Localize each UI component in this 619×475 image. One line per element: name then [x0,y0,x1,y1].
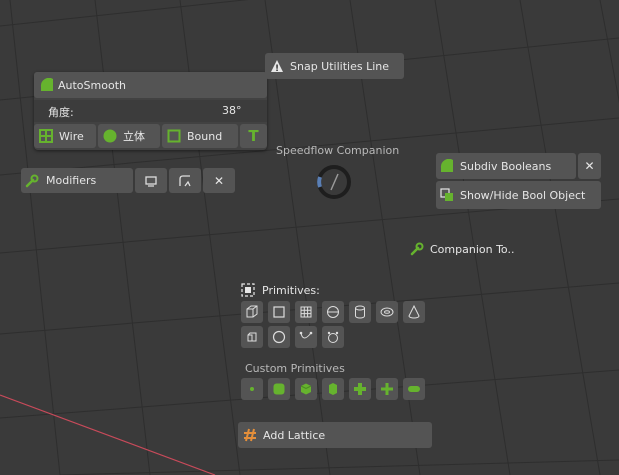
solid-cube-icon [300,383,312,395]
grid-icon [300,306,312,318]
bound-box-icon [167,129,181,143]
vertex-icon [250,387,254,391]
primitives-icon [241,283,255,297]
plus-icon [354,383,366,395]
wrench-icon [410,242,424,256]
lattice-icon [244,428,256,442]
subdiv-icon [440,159,453,172]
speedflow-label: Speedflow Companion [276,144,400,157]
3d-viewport[interactable]: AutoSmooth 角度: 38° Wire 立体 Bound T Modif… [0,0,619,475]
modifiers-display-button[interactable] [135,168,167,193]
rounded-cube-icon [273,383,285,395]
autosmooth-label: AutoSmooth [58,78,126,92]
wireframe-icon [39,129,53,143]
angle-field[interactable]: 角度: 38° [34,100,267,122]
show-hide-bool-button[interactable]: Show/Hide Bool Object [436,181,601,209]
snap-utilities-line-button[interactable]: ! Snap Utilities Line [265,53,404,79]
angle-value: 38° [222,104,242,117]
text-display-button[interactable]: T [240,124,267,148]
add-lattice-label: Add Lattice [263,428,326,442]
grid-button[interactable] [295,301,317,323]
bezier-curve-button[interactable] [295,326,317,348]
autosmooth-icon [40,78,53,91]
bound-button[interactable]: Bound [162,124,238,148]
bezier-curve-icon [299,331,313,339]
modifiers-button[interactable]: Modifiers [21,168,133,193]
bezier-circle-icon [327,331,339,343]
circle-icon [272,330,286,344]
modifiers-close-button[interactable]: ✕ [203,168,235,193]
bound-label: Bound [187,129,223,143]
plane-icon [273,306,285,318]
torus-button[interactable] [376,301,398,323]
custom-plus-thin-button[interactable] [376,378,398,400]
cube-button[interactable] [241,301,263,323]
warning-icon: ! [271,60,283,73]
torus-icon [380,307,394,317]
cone-icon [408,305,420,319]
primitives-header: Primitives: [241,283,320,297]
uv-sphere-button[interactable] [322,301,344,323]
svg-text:!: ! [275,64,279,73]
edit-mode-icon [179,174,191,186]
mesh-icon [247,332,257,342]
solid-sphere-icon [103,129,117,143]
uv-sphere-icon [327,306,339,318]
show-hide-bool-label: Show/Hide Bool Object [460,188,586,202]
modifiers-label: Modifiers [46,174,97,187]
custom-primitives-label: Custom Primitives [245,362,345,375]
subdiv-booleans-button[interactable]: Subdiv Booleans [436,153,576,179]
loading-ring-icon [317,165,351,199]
cylinder-icon [355,305,365,319]
subdiv-label: Subdiv Booleans [460,159,552,173]
angle-label: 角度: [48,106,74,119]
companion-tools-label: Companion To.. [430,242,515,256]
cylinder-button[interactable] [349,301,371,323]
custom-rounded-cube-button[interactable] [268,378,290,400]
monitor-icon [145,175,157,187]
x-axis-line [0,394,216,475]
primitives-label: Primitives: [262,283,320,297]
wire-button[interactable]: Wire [34,124,96,148]
wire-label: Wire [59,129,84,143]
close-icon: ✕ [213,173,225,188]
bool-object-icon [440,188,453,201]
solid-button[interactable]: 立体 [98,124,160,148]
custom-plus-button[interactable] [349,378,371,400]
custom-cylinder-button[interactable] [322,378,344,400]
solid-label: 立体 [123,130,145,143]
plus-icon [381,383,393,395]
custom-cube-button[interactable] [295,378,317,400]
cone-button[interactable] [403,301,425,323]
subdiv-close-button[interactable]: ✕ [578,153,601,179]
plane-button[interactable] [268,301,290,323]
bezier-circle-button[interactable] [322,326,344,348]
capsule-icon [408,386,420,392]
modifiers-edit-button[interactable] [169,168,201,193]
cube-icon [246,305,258,318]
text-t-icon: T [248,127,259,145]
custom-vertex-button[interactable] [241,378,263,400]
custom-capsule-button[interactable] [403,378,425,400]
add-lattice-button[interactable]: Add Lattice [238,422,432,448]
close-icon: ✕ [584,159,595,173]
snap-utilities-label: Snap Utilities Line [290,59,389,73]
wrench-icon [25,174,39,187]
circle-button[interactable] [268,326,290,348]
solid-cylinder-icon [329,383,337,395]
companion-tools-item[interactable]: Companion To.. [410,242,514,256]
autosmooth-button[interactable]: AutoSmooth [34,72,267,98]
monkey-button[interactable] [241,326,263,348]
